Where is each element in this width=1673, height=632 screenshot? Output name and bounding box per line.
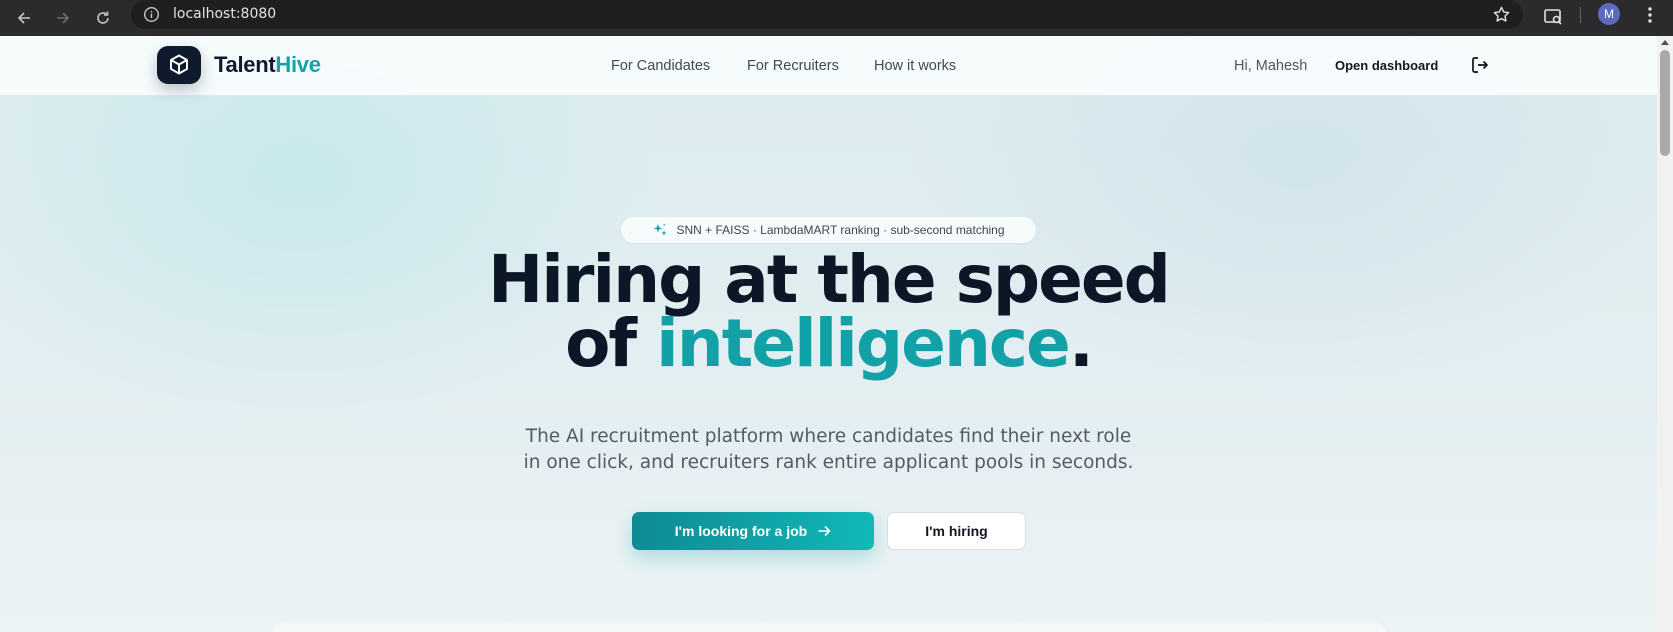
reload-icon[interactable]	[90, 5, 116, 31]
looking-for-job-label: I'm looking for a job	[674, 523, 808, 539]
looking-for-job-button[interactable]: I'm looking for a job	[632, 512, 874, 550]
hero-subtitle: The AI recruitment platform where candid…	[0, 424, 1657, 476]
cube-icon	[170, 54, 188, 75]
toolbar-divider	[1580, 7, 1581, 23]
profile-avatar[interactable]: M	[1598, 3, 1620, 25]
im-hiring-button[interactable]: I'm hiring	[887, 512, 1026, 550]
forward-arrow-icon[interactable]	[50, 5, 76, 31]
brand-part-1: Talent	[214, 52, 276, 77]
page-scrollbar[interactable]	[1657, 36, 1673, 632]
extension-icon[interactable]	[1541, 5, 1565, 29]
tech-badge: SNN + FAISS · LambdaMART ranking · sub-s…	[621, 217, 1036, 243]
subtitle-line-1: The AI recruitment platform where candid…	[525, 426, 1132, 447]
scroll-up-arrow-icon[interactable]	[1661, 40, 1669, 45]
site-header: TalentHive For Candidates For Recruiters…	[0, 36, 1657, 96]
star-icon[interactable]	[1492, 5, 1511, 24]
back-arrow-icon[interactable]	[11, 5, 37, 31]
arrow-right-icon	[818, 525, 831, 537]
feature-card-preview	[272, 622, 1387, 632]
sparkle-icon	[654, 223, 667, 236]
url-text[interactable]: localhost:8080	[173, 6, 276, 22]
brand-part-2: Hive	[275, 52, 321, 77]
logo-mark[interactable]	[157, 46, 201, 84]
page-viewport: TalentHive For Candidates For Recruiters…	[0, 36, 1657, 632]
headline-of: of	[565, 305, 637, 382]
logout-icon[interactable]	[1470, 55, 1490, 75]
hero-headline: Hiring at the speed of intelligence.	[0, 247, 1657, 377]
headline-accent: intelligence	[656, 305, 1071, 382]
info-icon[interactable]	[143, 6, 160, 23]
brand-wordmark[interactable]: TalentHive	[214, 52, 321, 78]
kebab-menu-icon[interactable]	[1641, 5, 1659, 25]
browser-toolbar: localhost:8080 M	[0, 0, 1673, 36]
address-bar[interactable]: localhost:8080	[131, 0, 1523, 29]
nav-how-it-works[interactable]: How it works	[874, 58, 956, 74]
scrollbar-thumb[interactable]	[1660, 50, 1670, 156]
headline-period: .	[1068, 305, 1094, 382]
user-greeting: Hi, Mahesh	[1234, 58, 1308, 74]
subtitle-line-2: in one click, and recruiters rank entire…	[523, 452, 1134, 473]
nav-for-candidates[interactable]: For Candidates	[611, 58, 710, 74]
open-dashboard-link[interactable]: Open dashboard	[1335, 58, 1438, 73]
nav-for-recruiters[interactable]: For Recruiters	[747, 58, 839, 74]
tech-badge-text: SNN + FAISS · LambdaMART ranking · sub-s…	[676, 223, 1005, 237]
